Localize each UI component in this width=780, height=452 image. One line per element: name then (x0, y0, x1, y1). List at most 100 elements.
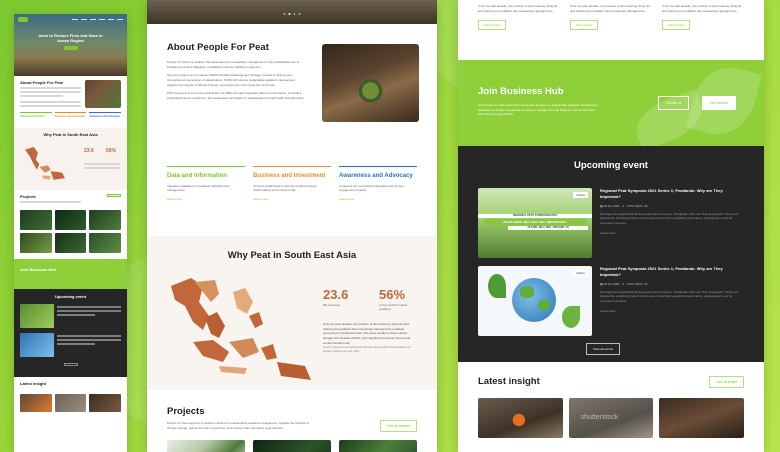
mini-nav-links (72, 19, 123, 20)
card-awareness-advocacy[interactable]: Awareness and Advocacy Local and non-cen… (339, 166, 417, 220)
card-learn-more-link[interactable]: Learn more (339, 197, 417, 201)
event-title[interactable]: Regional Peat Symposia 2021 Series 1; Pe… (600, 266, 744, 278)
mini-card-awareness[interactable]: Awareness and Advocacy (89, 112, 122, 128)
view-all-events-button[interactable]: View all events (586, 343, 620, 355)
hero-slider (147, 0, 437, 24)
stat-percent-label: of the world's tropical peatland (379, 303, 408, 311)
about-page-panel: About People For Peat People for Peat is… (147, 0, 437, 452)
event-card[interactable]: Online Regional Peat Symposia 2021 Serie… (478, 266, 744, 336)
insight-image[interactable]: shutterstock (568, 398, 654, 438)
project-images (167, 440, 417, 452)
card-title: Business and Investment (253, 173, 326, 179)
mini-event-1[interactable] (20, 304, 121, 328)
event-date-text: 28 Apr 2021 · 3 - 5 PM (GMT +8) (603, 203, 648, 208)
why-peat-title: Why Peat in South East Asia (227, 250, 357, 261)
projects-description: People for Peat supports innovative solu… (167, 421, 309, 430)
view-all-insight-button[interactable]: View all insight (708, 376, 744, 388)
mini-card-business[interactable]: Business and Investment (54, 112, 87, 128)
project-card: Over the past decade, the practice of la… (662, 4, 744, 44)
mini-project-images-2 (14, 233, 127, 253)
mini-about-title: About People For Peat (20, 80, 63, 85)
about-paragraph-3: P4P focuses to improve the participation… (167, 91, 305, 100)
insight-image[interactable] (659, 398, 745, 438)
about-paragraph-1: People for Peat is a coalition that advo… (167, 60, 300, 69)
mini-projects-button[interactable] (107, 194, 121, 197)
card-learn-more-link[interactable]: Learn more (167, 197, 245, 201)
event-summary: We begin the Regional Peat Symposia with… (600, 289, 738, 303)
stat-hectares-label: Mil. hectares (323, 303, 341, 307)
upcoming-events-section: Upcoming event REGIONAL PEAT SYMPOSIUM 2… (458, 146, 764, 362)
project-card: Over the past decade, the practice of la… (570, 4, 652, 44)
mini-logo[interactable] (18, 17, 28, 22)
slider-dots[interactable] (283, 13, 301, 15)
project-image[interactable] (339, 440, 417, 452)
why-peat-description: Over the past decade, the practice of la… (323, 322, 411, 345)
mini-insight-images (14, 394, 127, 412)
card-learn-more-link[interactable]: Learn more (253, 197, 331, 201)
mini-map (25, 146, 65, 180)
get-involved-button[interactable]: Get involved (702, 96, 736, 110)
event-earth-illustration: Online (478, 266, 592, 336)
stat-percent-value: 56% (379, 287, 406, 302)
why-peat-source: Source: Intergovernmental Panel on Clima… (323, 346, 411, 353)
project-image[interactable] (253, 440, 331, 452)
project-card-text: Over the past decade, the practice of la… (570, 4, 651, 13)
mini-hero-title: Aims to Reduce Fires and Haze in Asean R… (38, 33, 103, 44)
event-card[interactable]: REGIONAL PEAT SYMPOSIUM 2021 PEATLANDS: … (478, 188, 744, 258)
about-hands-seedling-image (322, 44, 419, 122)
mini-insight-title: Latest insight (20, 381, 47, 386)
business-hub-title: Join Business Hub (478, 86, 564, 97)
event-title[interactable]: Regional Peat Symposia 2021 Series 1; Pe… (600, 188, 744, 200)
project-card-text: Over the past decade, the practice of la… (662, 4, 743, 13)
card-business-investment[interactable]: Business and Investment Connect small/me… (253, 166, 331, 220)
event-banner-top: REGIONAL PEAT SYMPOSIUM 2021 (478, 214, 592, 218)
mini-card-data[interactable]: Data and Information (20, 112, 52, 128)
event-summary: We begin the Regional Peat Symposia with… (600, 211, 738, 225)
project-card: Over the past decade, the practice of la… (478, 4, 560, 44)
mini-stat-hectares: 23.6 (84, 148, 94, 154)
card-title: Data and Information (167, 173, 228, 179)
project-image[interactable] (167, 440, 245, 452)
view-project-button[interactable]: View project (570, 20, 599, 30)
mini-projects-title: Projects (20, 194, 36, 199)
watermark-text: shutterstock (580, 414, 619, 421)
mini-event-2[interactable] (20, 333, 121, 357)
card-text: Connect small/medium with the funders th… (253, 183, 317, 193)
view-project-button[interactable]: View project (662, 20, 691, 30)
mini-stat-percent: 56% (106, 148, 117, 154)
events-page-panel: Over the past decade, the practice of la… (458, 0, 764, 452)
mini-project-images (14, 210, 127, 230)
online-badge: Online (573, 192, 588, 198)
event-learn-more-link[interactable]: Learn more (600, 309, 744, 313)
mini-insight: Latest insight (14, 377, 127, 390)
southeast-asia-map (171, 278, 311, 380)
latest-insight-section: Latest insight View all insight shutters… (458, 362, 764, 438)
mini-event-title: Upcoming event (54, 294, 87, 299)
event-banner-title: PEATLANDS: WHY ARE THEY IMPORTANT? (484, 219, 586, 225)
stat-hectares: 23.6 Mil. hectares (323, 287, 358, 308)
business-hub-text: Join People for Peat network to access t… (478, 103, 599, 116)
mini-about-image (85, 80, 121, 108)
event-date: ▦ 28 Apr 2021 · 3 - 5 PM (GMT +8) (600, 282, 744, 286)
view-project-button[interactable]: View project (478, 20, 507, 30)
insight-images: shutterstock (478, 398, 745, 438)
card-text: Local and non-centralized strategies and… (339, 183, 404, 193)
event-learn-more-link[interactable]: Learn more (600, 231, 744, 235)
mini-hero: Aims to Reduce Fires and Haze in Asean R… (14, 14, 127, 76)
contact-us-button[interactable]: Contact us (658, 96, 690, 110)
mini-view-all-events[interactable] (63, 363, 78, 366)
insight-image[interactable] (478, 398, 563, 438)
card-data-information[interactable]: Data and Information Integrates database… (167, 166, 245, 220)
mini-navbar (14, 14, 127, 25)
projects-section: Projects People for Peat supports innova… (147, 390, 437, 452)
view-all-projects-button[interactable]: View all projects (380, 420, 417, 432)
about-section: About People For Peat People for Peat is… (147, 24, 437, 136)
mini-hero-button[interactable] (63, 46, 78, 51)
homepage-overview-panel: Aims to Reduce Fires and Haze in Asean R… (14, 14, 127, 452)
card-title: Awareness and Advocacy (339, 173, 413, 179)
mini-business-hub: Join Business Hub (14, 259, 127, 289)
event-date: ▦ 28 Apr 2021 · 3 - 5 PM (GMT +8) (600, 204, 744, 208)
mini-about: About People For Peat (14, 76, 127, 112)
about-paragraph-2: Aimed to support and enhance ASEAN Peatl… (167, 73, 296, 87)
mini-cards: Data and Information Business and Invest… (14, 112, 127, 128)
